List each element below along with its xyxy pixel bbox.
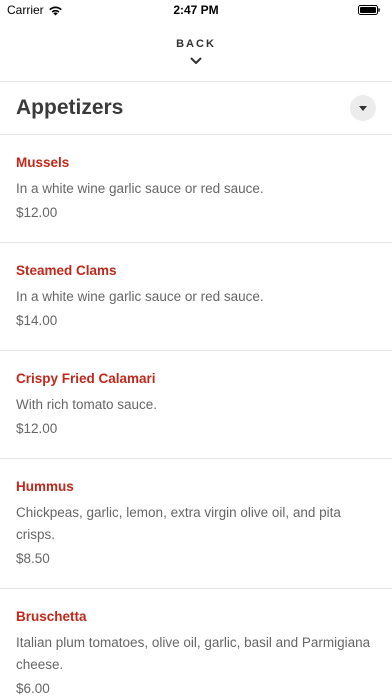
item-description: With rich tomato sauce. — [16, 397, 158, 412]
app-screen: Carrier 2:47 PM BACK Appetizers Mussels … — [0, 0, 392, 696]
section-title: Appetizers — [16, 96, 124, 119]
menu-item[interactable]: Mussels In a white wine garlic sauce or … — [0, 135, 392, 243]
back-label: BACK — [176, 38, 216, 50]
menu-item[interactable]: Hummus Chickpeas, garlic, lemon, extra v… — [0, 459, 392, 589]
status-bar: Carrier 2:47 PM — [0, 0, 392, 22]
chevron-down-icon — [190, 57, 202, 64]
item-description: Chickpeas, garlic, lemon, extra virgin o… — [16, 505, 341, 542]
status-time: 2:47 PM — [173, 3, 219, 17]
item-name: Crispy Fried Calamari — [16, 371, 156, 386]
item-price: $12.00 — [16, 421, 58, 436]
item-price: $14.00 — [16, 313, 58, 328]
item-price: $12.00 — [16, 205, 58, 220]
item-name: Hummus — [16, 479, 74, 494]
menu-item[interactable]: Steamed Clams In a white wine garlic sau… — [0, 243, 392, 351]
item-name: Mussels — [16, 155, 70, 170]
item-description: In a white wine garlic sauce or red sauc… — [16, 289, 264, 304]
item-name: Steamed Clams — [16, 263, 117, 278]
caret-down-icon — [359, 105, 367, 111]
menu-list: Mussels In a white wine garlic sauce or … — [0, 135, 392, 696]
battery-icon — [358, 5, 380, 15]
item-name: Bruschetta — [16, 609, 87, 624]
item-description: Italian plum tomatoes, olive oil, garlic… — [16, 635, 371, 672]
item-price: $6.00 — [16, 681, 50, 696]
item-price: $8.50 — [16, 551, 50, 566]
section-header: Appetizers — [0, 82, 392, 134]
back-button[interactable]: BACK — [0, 32, 392, 80]
menu-item[interactable]: Crispy Fried Calamari With rich tomato s… — [0, 351, 392, 459]
section-toggle-button[interactable] — [350, 95, 376, 121]
menu-item[interactable]: Bruschetta Italian plum tomatoes, olive … — [0, 589, 392, 696]
item-description: In a white wine garlic sauce or red sauc… — [16, 181, 264, 196]
